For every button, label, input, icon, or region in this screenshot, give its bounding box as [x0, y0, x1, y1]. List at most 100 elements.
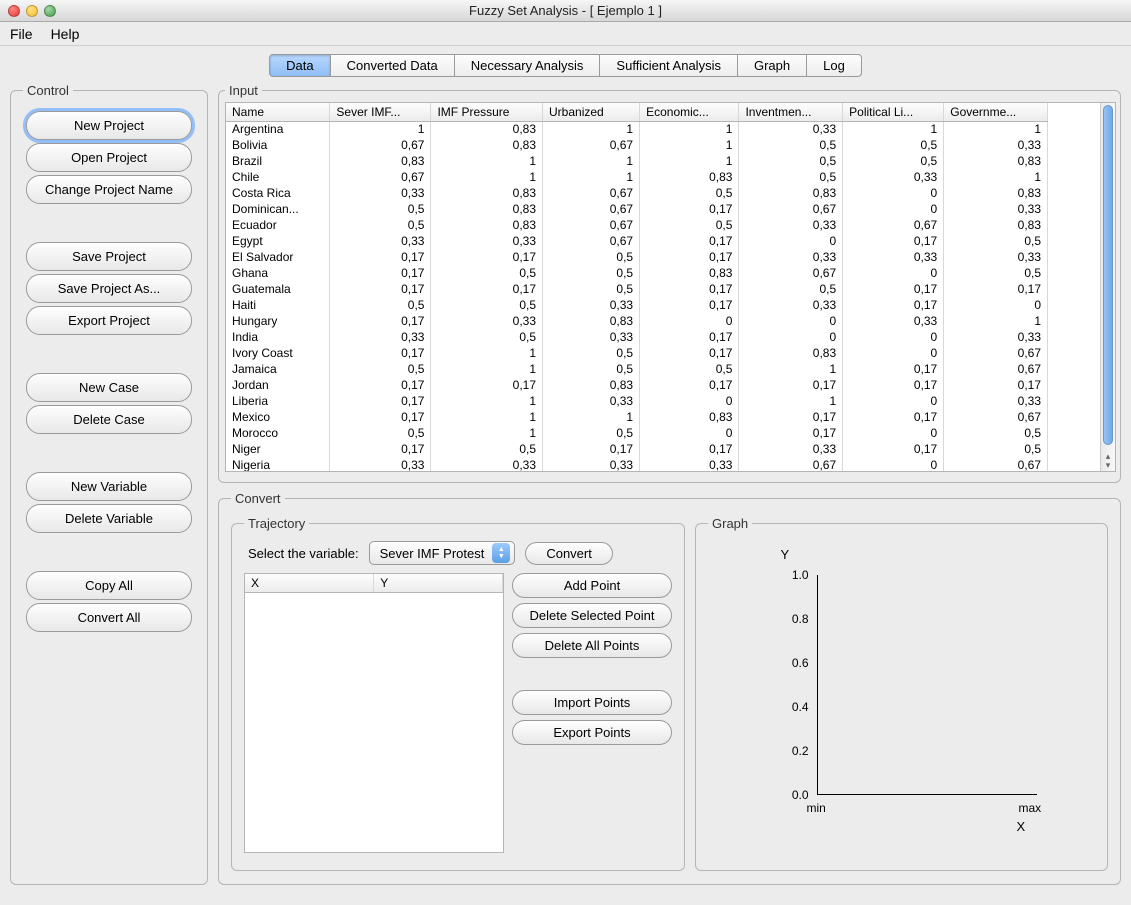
cell-value[interactable]: 1 [543, 121, 640, 137]
cell-value[interactable]: 0,17 [431, 377, 543, 393]
cell-value[interactable]: 0,5 [843, 153, 944, 169]
cell-name[interactable]: Mexico [226, 409, 330, 425]
cell-value[interactable]: 0,67 [843, 217, 944, 233]
table-row[interactable]: El Salvador0,170,170,50,170,330,330,33 [226, 249, 1048, 265]
cell-value[interactable]: 0,5 [431, 297, 543, 313]
new-variable-button[interactable]: New Variable [26, 472, 192, 501]
table-row[interactable]: Morocco0,510,500,1700,5 [226, 425, 1048, 441]
input-table-scrollbar[interactable]: ▴▾ [1100, 103, 1115, 471]
cell-value[interactable]: 0,17 [739, 409, 843, 425]
table-row[interactable]: Guatemala0,170,170,50,170,50,170,17 [226, 281, 1048, 297]
cell-value[interactable]: 0 [739, 313, 843, 329]
export-points-button[interactable]: Export Points [512, 720, 672, 745]
cell-value[interactable]: 0,17 [330, 249, 431, 265]
cell-value[interactable]: 1 [431, 345, 543, 361]
add-point-button[interactable]: Add Point [512, 573, 672, 598]
cell-name[interactable]: Ghana [226, 265, 330, 281]
table-row[interactable]: Haiti0,50,50,330,170,330,170 [226, 297, 1048, 313]
cell-value[interactable]: 0,17 [640, 249, 739, 265]
cell-value[interactable]: 0,17 [843, 281, 944, 297]
cell-value[interactable]: 0,17 [843, 361, 944, 377]
cell-value[interactable]: 0,33 [944, 393, 1048, 409]
cell-value[interactable]: 0,33 [543, 393, 640, 409]
cell-value[interactable]: 0,83 [431, 201, 543, 217]
cell-value[interactable]: 0,83 [944, 153, 1048, 169]
cell-value[interactable]: 0,5 [330, 217, 431, 233]
cell-value[interactable]: 0,17 [330, 377, 431, 393]
convert-button[interactable]: Convert [525, 542, 613, 565]
cell-value[interactable]: 1 [739, 393, 843, 409]
delete-selected-point-button[interactable]: Delete Selected Point [512, 603, 672, 628]
cell-value[interactable]: 0,83 [739, 185, 843, 201]
cell-value[interactable]: 0,33 [330, 185, 431, 201]
cell-value[interactable]: 0,5 [330, 201, 431, 217]
cell-value[interactable]: 0,33 [739, 121, 843, 137]
cell-value[interactable]: 0,5 [640, 185, 739, 201]
cell-value[interactable]: 0,33 [739, 297, 843, 313]
tab-graph[interactable]: Graph [737, 54, 807, 77]
cell-value[interactable]: 1 [330, 121, 431, 137]
table-row[interactable]: Ghana0,170,50,50,830,6700,5 [226, 265, 1048, 281]
input-col-header[interactable]: Sever IMF... [330, 103, 431, 121]
cell-name[interactable]: Egypt [226, 233, 330, 249]
cell-value[interactable]: 0 [843, 425, 944, 441]
cell-value[interactable]: 0,67 [543, 217, 640, 233]
cell-value[interactable]: 1 [431, 361, 543, 377]
cell-value[interactable]: 0,17 [843, 297, 944, 313]
cell-value[interactable]: 0,5 [944, 441, 1048, 457]
cell-value[interactable]: 0,83 [543, 377, 640, 393]
save-project-button[interactable]: Save Project [26, 242, 192, 271]
cell-name[interactable]: Dominican... [226, 201, 330, 217]
convert-all-button[interactable]: Convert All [26, 603, 192, 632]
cell-value[interactable]: 0,67 [739, 201, 843, 217]
cell-value[interactable]: 0,17 [330, 313, 431, 329]
cell-value[interactable]: 0,5 [843, 137, 944, 153]
cell-value[interactable]: 0,33 [330, 329, 431, 345]
cell-value[interactable]: 0,33 [739, 217, 843, 233]
tab-sufficient-analysis[interactable]: Sufficient Analysis [599, 54, 738, 77]
cell-value[interactable]: 0,17 [640, 441, 739, 457]
tab-converted-data[interactable]: Converted Data [330, 54, 455, 77]
cell-value[interactable]: 1 [543, 409, 640, 425]
cell-value[interactable]: 1 [431, 153, 543, 169]
input-col-header[interactable]: Governme... [944, 103, 1048, 121]
cell-value[interactable]: 0,33 [739, 249, 843, 265]
cell-value[interactable]: 0,17 [843, 409, 944, 425]
cell-value[interactable]: 0 [843, 457, 944, 471]
cell-value[interactable]: 0,17 [640, 345, 739, 361]
import-points-button[interactable]: Import Points [512, 690, 672, 715]
cell-value[interactable]: 0,5 [330, 425, 431, 441]
cell-value[interactable]: 0,5 [739, 153, 843, 169]
cell-value[interactable]: 0,33 [944, 201, 1048, 217]
cell-value[interactable]: 0,17 [431, 281, 543, 297]
table-row[interactable]: Brazil0,831110,50,50,83 [226, 153, 1048, 169]
change-project-name-button[interactable]: Change Project Name [26, 175, 192, 204]
cell-value[interactable]: 0,33 [330, 233, 431, 249]
cell-value[interactable]: 0,5 [739, 169, 843, 185]
cell-value[interactable]: 0,83 [431, 217, 543, 233]
cell-value[interactable]: 0,33 [843, 249, 944, 265]
cell-value[interactable]: 1 [843, 121, 944, 137]
delete-all-points-button[interactable]: Delete All Points [512, 633, 672, 658]
cell-value[interactable]: 0,17 [843, 441, 944, 457]
cell-value[interactable]: 0,5 [739, 281, 843, 297]
cell-name[interactable]: Jamaica [226, 361, 330, 377]
cell-value[interactable]: 0,83 [640, 265, 739, 281]
cell-value[interactable]: 0,67 [944, 457, 1048, 471]
tab-necessary-analysis[interactable]: Necessary Analysis [454, 54, 601, 77]
cell-value[interactable]: 0,17 [640, 297, 739, 313]
cell-value[interactable]: 0,17 [330, 265, 431, 281]
cell-name[interactable]: Hungary [226, 313, 330, 329]
cell-value[interactable]: 0 [843, 329, 944, 345]
cell-value[interactable]: 0,83 [944, 185, 1048, 201]
cell-value[interactable]: 0,17 [330, 393, 431, 409]
table-row[interactable]: Nigeria0,330,330,330,330,6700,67 [226, 457, 1048, 471]
cell-value[interactable]: 0 [944, 297, 1048, 313]
new-case-button[interactable]: New Case [26, 373, 192, 402]
cell-value[interactable]: 0,33 [843, 169, 944, 185]
cell-value[interactable]: 0,33 [431, 233, 543, 249]
cell-value[interactable]: 0,5 [543, 425, 640, 441]
table-row[interactable]: Liberia0,1710,330100,33 [226, 393, 1048, 409]
cell-name[interactable]: Niger [226, 441, 330, 457]
export-project-button[interactable]: Export Project [26, 306, 192, 335]
